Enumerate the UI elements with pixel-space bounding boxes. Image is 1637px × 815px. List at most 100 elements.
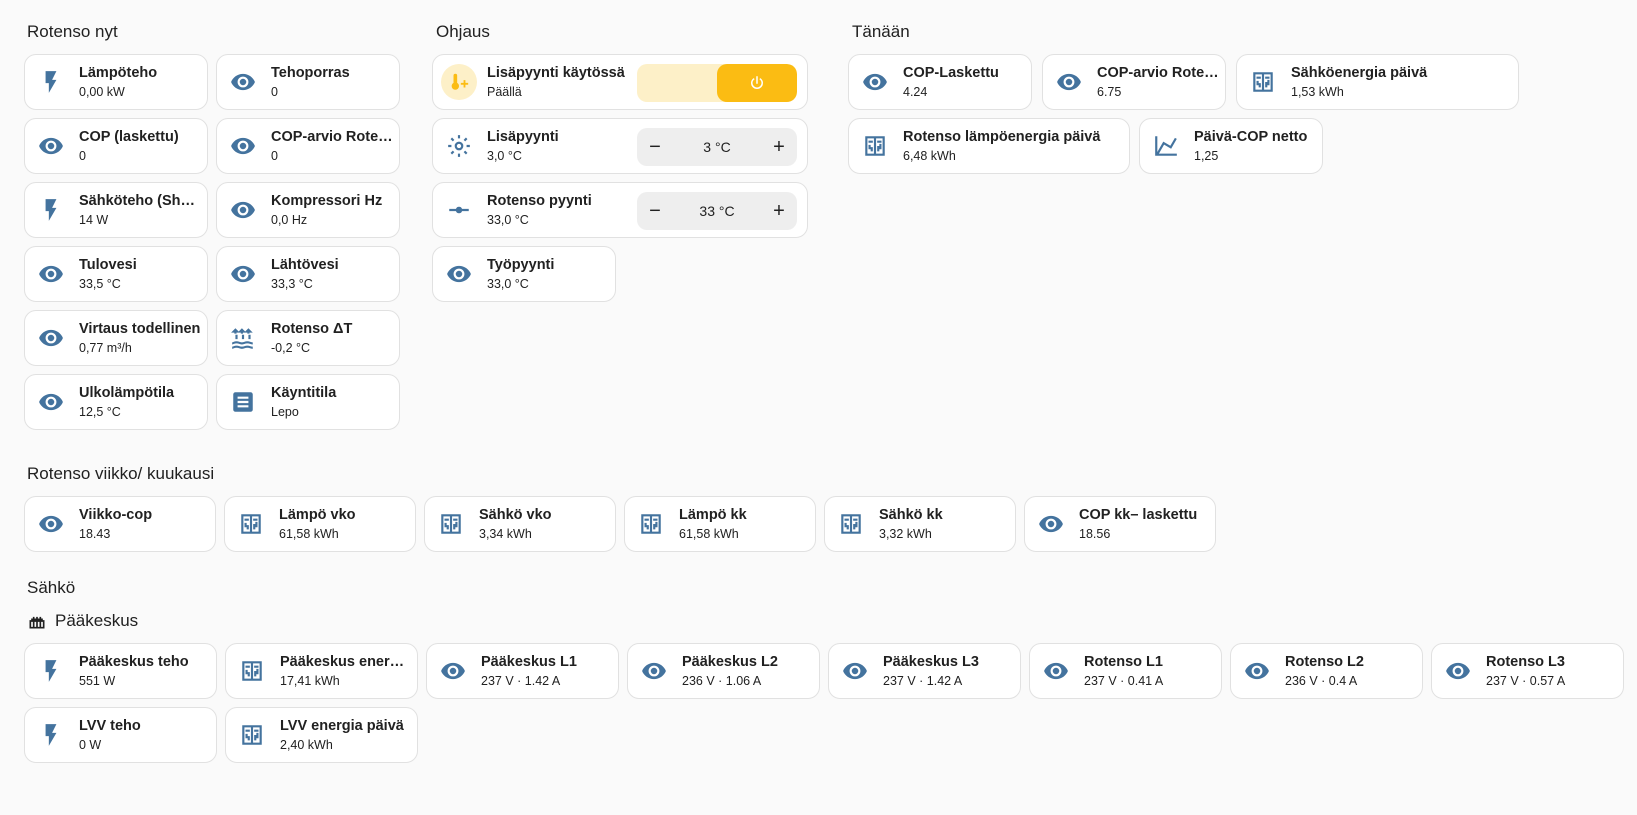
meter-icon [837, 510, 865, 538]
paakeskus-heading: Pääkeskus [27, 611, 138, 631]
increase-button[interactable]: + [761, 128, 797, 166]
entity-card[interactable]: Sähkö vko 3,34 kWh [424, 496, 616, 552]
entity-state: 3,32 kWh [879, 527, 932, 541]
entity-card[interactable]: Pääkeskus L2 236 V · 1.06 A [627, 643, 820, 699]
entity-name: COP kk– laskettu [1079, 507, 1198, 523]
entity-name: Käyntitila [271, 385, 337, 401]
entity-card[interactable]: Ulkolämpötila 12,5 °C [24, 374, 208, 430]
entity-state: 551 W [79, 674, 116, 688]
entity-name: COP (laskettu) [79, 129, 179, 145]
power-icon [748, 74, 766, 92]
entity-card[interactable]: Pääkeskus L3 237 V · 1.42 A [828, 643, 1021, 699]
entity-name: COP-arvio Rotenso [1097, 65, 1219, 81]
entity-name: Pääkeskus teho [79, 654, 189, 670]
paakeskus-title: Pääkeskus [55, 611, 139, 630]
eye-icon [229, 196, 257, 224]
rotenso-pyynti-card[interactable]: Rotenso pyynti 33,0 °C − 33 °C + [432, 182, 808, 238]
entity-state: 0,00 kW [79, 85, 125, 99]
eye-icon [229, 260, 257, 288]
power-on-button[interactable] [717, 64, 797, 102]
section-title-sahko: Sähkö [27, 578, 76, 597]
entity-state: 236 V · 0.4 A [1285, 674, 1358, 688]
entity-card[interactable]: Kompressori Hz 0,0 Hz [216, 182, 400, 238]
entity-name: Rotenso lämpöenergia päivä [903, 129, 1101, 145]
entity-name: Rotenso ΔT [271, 321, 353, 337]
decrease-button[interactable]: − [637, 128, 673, 166]
entity-card[interactable]: LVV teho 0 W [24, 707, 217, 763]
entity-card[interactable]: Pääkeskus energia päivä 17,41 kWh [225, 643, 418, 699]
entity-card[interactable]: Rotenso ΔT -0,2 °C [216, 310, 400, 366]
entity-card[interactable]: Pääkeskus L1 237 V · 1.42 A [426, 643, 619, 699]
entity-state: 0 [271, 149, 278, 163]
entity-card[interactable]: LVV energia päivä 2,40 kWh [225, 707, 418, 763]
tyopyynti-card[interactable]: Työpyynti 33,0 °C [432, 246, 616, 302]
entity-name: Rotenso L3 [1486, 654, 1565, 670]
entity-card[interactable]: Lämpöteho 0,00 kW [24, 54, 208, 110]
lisapyynti-kaytossa-card[interactable]: Lisäpyynti käytössä Päällä [432, 54, 808, 110]
entity-name: Tehoporras [271, 65, 350, 81]
section-title-viikko-kuukausi: Rotenso viikko/ kuukausi [27, 464, 215, 483]
lisapyynti-card[interactable]: Lisäpyynti 3,0 °C − 3 °C + [432, 118, 808, 174]
entity-state: 6.75 [1097, 85, 1122, 99]
entity-card[interactable]: Rotenso L1 237 V · 0.41 A [1029, 643, 1222, 699]
decrease-button[interactable]: − [637, 192, 673, 230]
entity-state: 236 V · 1.06 A [682, 674, 762, 688]
entity-card[interactable]: COP-arvio Rotenso 0 [216, 118, 400, 174]
flash-icon [37, 68, 65, 96]
entity-card[interactable]: Päivä-COP netto 1,25 [1139, 118, 1323, 174]
section-title-rotenso-nyt: Rotenso nyt [27, 22, 118, 41]
entity-card[interactable]: Tulovesi 33,5 °C [24, 246, 208, 302]
electric-panel-icon [27, 611, 47, 631]
lisapyynti-toggle[interactable] [637, 64, 797, 102]
entity-card[interactable]: Rotenso L3 237 V · 0.57 A [1431, 643, 1624, 699]
entity-card[interactable]: Rotenso lämpöenergia päivä 6,48 kWh [848, 118, 1130, 174]
entity-card[interactable]: Lähtövesi 33,3 °C [216, 246, 400, 302]
entity-card[interactable]: Sähköenergia päivä 1,53 kWh [1236, 54, 1519, 110]
chart-line-icon [1152, 132, 1180, 160]
stepper-value: 33 °C [699, 203, 735, 219]
entity-name: Ulkolämpötila [79, 385, 175, 401]
entity-card[interactable]: COP kk– laskettu 18.56 [1024, 496, 1216, 552]
entity-name: COP-arvio Rotenso [271, 129, 393, 145]
entity-state: 3,34 kWh [479, 527, 532, 541]
entity-state: 33,0 °C [487, 277, 529, 291]
entity-state: 0 [79, 149, 86, 163]
entity-card[interactable]: Käyntitila Lepo [216, 374, 400, 430]
eye-icon [1037, 510, 1065, 538]
entity-name: Sähköenergia päivä [1291, 65, 1428, 81]
entity-state: 1,25 [1194, 149, 1219, 163]
entity-name: Kompressori Hz [271, 193, 383, 209]
entity-card[interactable]: Pääkeskus teho 551 W [24, 643, 217, 699]
entity-name: Lämpö vko [279, 507, 356, 523]
entity-state: 18.56 [1079, 527, 1111, 541]
entity-name: Lähtövesi [271, 257, 339, 273]
entity-card[interactable]: Viikko-cop 18.43 [24, 496, 216, 552]
entity-card[interactable]: COP-Laskettu 4.24 [848, 54, 1032, 110]
flash-icon [37, 657, 65, 685]
entity-state: 0 W [79, 738, 102, 752]
meter-icon [437, 510, 465, 538]
meter-icon [637, 510, 665, 538]
entity-card[interactable]: Lämpö vko 61,58 kWh [224, 496, 416, 552]
entity-card[interactable]: Sähköteho (Shelly) 14 W [24, 182, 208, 238]
entity-state: 14 W [79, 213, 109, 227]
eye-icon [1444, 657, 1472, 685]
entity-state: 237 V · 0.57 A [1486, 674, 1566, 688]
increase-button[interactable]: + [761, 192, 797, 230]
entity-state: Lepo [271, 405, 299, 419]
entity-state: -0,2 °C [271, 341, 311, 355]
flash-icon [37, 196, 65, 224]
entity-card[interactable]: Virtaus todellinen 0,77 m³/h [24, 310, 208, 366]
sun-thermometer-icon [445, 132, 473, 160]
entity-card[interactable]: COP-arvio Rotenso 6.75 [1042, 54, 1226, 110]
entity-name: Sähkö vko [479, 507, 552, 523]
entity-card[interactable]: Sähkö kk 3,32 kWh [824, 496, 1016, 552]
entity-name: Tulovesi [79, 257, 137, 273]
eye-icon [37, 388, 65, 416]
entity-name: Rotenso L1 [1084, 654, 1163, 670]
entity-card[interactable]: Rotenso L2 236 V · 0.4 A [1230, 643, 1423, 699]
entity-card[interactable]: Lämpö kk 61,58 kWh [624, 496, 816, 552]
entity-card[interactable]: Tehoporras 0 [216, 54, 400, 110]
entity-state: 61,58 kWh [279, 527, 339, 541]
entity-card[interactable]: COP (laskettu) 0 [24, 118, 208, 174]
